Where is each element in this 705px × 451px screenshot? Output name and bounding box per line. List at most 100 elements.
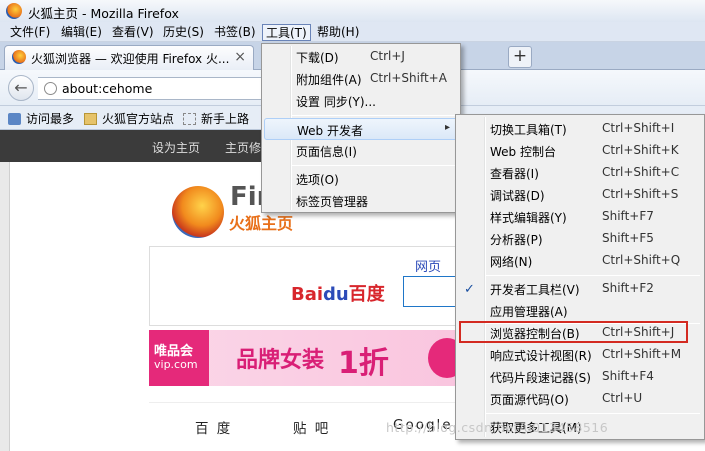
set-homepage-link[interactable]: 设为主页	[152, 139, 200, 156]
menu-item-shortcut: Ctrl+Shift+M	[602, 347, 682, 361]
menu-item-scratchpad[interactable]: 代码片段速记器(S) Shift+F4	[458, 366, 702, 388]
menu-item-shortcut: Ctrl+Shift+I	[602, 121, 675, 135]
menu-tools[interactable]: 工具(T)	[262, 24, 311, 41]
bookmark-firefox-site[interactable]: 火狐官方站点	[84, 110, 174, 127]
close-tab-icon[interactable]: ×	[234, 49, 246, 65]
menu-item-profiler[interactable]: 分析器(P) Shift+F5	[458, 228, 702, 250]
menu-item-shortcut: Ctrl+Shift+K	[602, 143, 679, 157]
menu-item-inspector[interactable]: 查看器(I) Ctrl+Shift+C	[458, 162, 702, 184]
menu-separator	[292, 165, 458, 166]
baidu-paw-text: du	[323, 284, 349, 305]
menu-item-label: 开发者工具栏(V)	[490, 283, 580, 297]
menu-separator	[486, 275, 700, 276]
menu-item-label: 下载(D)	[296, 51, 339, 65]
baidu-logo: Baidu百度	[291, 280, 385, 306]
menu-item-label: 查看器(I)	[490, 167, 539, 181]
menu-item-label: 选项(O)	[296, 173, 339, 187]
menu-item-shortcut: Ctrl+Shift+A	[370, 71, 447, 85]
menu-item-label: 代码片段速记器(S)	[490, 371, 591, 385]
url-text: about:cehome	[62, 81, 153, 96]
menu-bookmarks[interactable]: 书签(B)	[211, 24, 259, 41]
baidu-logo-cn: 百度	[348, 284, 385, 305]
tab-label: 火狐浏览器 — 欢迎使用 Firefox 火...	[31, 52, 230, 66]
bookmark-icon	[8, 113, 21, 125]
link-baidu[interactable]: 百 度	[195, 417, 232, 437]
checkmark-icon: ✓	[464, 282, 475, 297]
bookmark-label: 访问最多	[26, 112, 75, 126]
back-button[interactable]: ←	[8, 75, 34, 101]
menu-item-toggle-toolbox[interactable]: 切换工具箱(T) Ctrl+Shift+I	[458, 118, 702, 140]
title-bar: 火狐主页 - Mozilla Firefox	[0, 0, 705, 22]
menu-item-shortcut: Ctrl+J	[370, 49, 405, 63]
menu-item-label: 标签页管理器	[296, 195, 369, 209]
menu-bar: 文件(F) 编辑(E) 查看(V) 历史(S) 书签(B) 工具(T) 帮助(H…	[0, 22, 705, 42]
menu-item-debugger[interactable]: 调试器(D) Ctrl+Shift+S	[458, 184, 702, 206]
logo-subtitle: 火狐主页	[229, 214, 294, 233]
search-tab-web[interactable]: 网页	[415, 256, 441, 275]
menu-item-web-developer[interactable]: Web 开发者 ▸	[264, 118, 459, 140]
firefox-logo-icon	[6, 3, 22, 19]
menu-item-shortcut: Ctrl+U	[602, 391, 643, 405]
banner-text: 品牌女装	[236, 348, 325, 373]
window-title: 火狐主页 - Mozilla Firefox	[28, 6, 179, 21]
menu-file[interactable]: 文件(F)	[7, 24, 53, 41]
page-icon	[183, 113, 196, 125]
menu-item-label: 调试器(D)	[490, 189, 545, 203]
menu-item-label: 应用管理器(A)	[490, 305, 568, 319]
menu-item-label: 分析器(P)	[490, 233, 543, 247]
menu-item-downloads[interactable]: 下载(D) Ctrl+J	[264, 46, 459, 68]
search-input[interactable]	[403, 276, 463, 307]
folder-icon	[84, 113, 97, 125]
menu-item-label: 设置 同步(Y)...	[296, 95, 376, 109]
menu-item-label: 响应式设计视图(R)	[490, 349, 592, 363]
menu-view[interactable]: 查看(V)	[109, 24, 157, 41]
menu-item-label: 页面信息(I)	[296, 145, 357, 159]
firefox-logo-icon	[172, 186, 224, 238]
menu-item-page-info[interactable]: 页面信息(I)	[264, 140, 459, 162]
menu-item-app-manager[interactable]: 应用管理器(A)	[458, 300, 702, 322]
menu-edit[interactable]: 编辑(E)	[58, 24, 105, 41]
bookmark-label: 火狐官方站点	[102, 112, 175, 126]
vip-logo-cn: 唯品会	[154, 344, 194, 359]
menu-item-label: 网络(N)	[490, 255, 533, 269]
menu-history[interactable]: 历史(S)	[160, 24, 207, 41]
menu-item-shortcut: Ctrl+Shift+S	[602, 187, 679, 201]
link-tieba[interactable]: 贴 吧	[293, 417, 330, 437]
bookmark-getting-started[interactable]: 新手上路	[183, 110, 249, 127]
menu-separator	[292, 115, 458, 116]
menu-item-shortcut: Shift+F2	[602, 281, 654, 295]
menu-item-style-editor[interactable]: 样式编辑器(Y) Shift+F7	[458, 206, 702, 228]
menu-item-tab-manager[interactable]: 标签页管理器	[264, 190, 459, 212]
bookmark-label: 新手上路	[201, 112, 250, 126]
new-tab-button[interactable]: +	[508, 46, 532, 68]
menu-separator	[486, 413, 700, 414]
watermark: http://blog.csdn.net/u013458516	[386, 420, 609, 435]
globe-icon	[44, 82, 57, 95]
bookmark-most-visited[interactable]: 访问最多	[8, 110, 74, 127]
menu-item-label: 样式编辑器(Y)	[490, 211, 567, 225]
tab-active[interactable]: 火狐浏览器 — 欢迎使用 Firefox 火... ×	[4, 45, 254, 70]
left-scroll-edge	[0, 162, 10, 451]
menu-item-addons[interactable]: 附加组件(A) Ctrl+Shift+A	[264, 68, 459, 90]
tools-menu: 下载(D) Ctrl+J 附加组件(A) Ctrl+Shift+A 设置 同步(Y)…	[261, 43, 461, 213]
highlight-box	[459, 321, 688, 343]
menu-item-sync[interactable]: 设置 同步(Y)...	[264, 90, 459, 112]
menu-help[interactable]: 帮助(H)	[314, 24, 362, 41]
vip-logo: 唯品会 vip.com	[149, 330, 209, 386]
menu-item-responsive-design[interactable]: 响应式设计视图(R) Ctrl+Shift+M	[458, 344, 702, 366]
menu-item-web-console[interactable]: Web 控制台 Ctrl+Shift+K	[458, 140, 702, 162]
submenu-arrow-icon: ▸	[445, 122, 451, 133]
menu-item-page-source[interactable]: 页面源代码(O) Ctrl+U	[458, 388, 702, 410]
menu-item-network[interactable]: 网络(N) Ctrl+Shift+Q	[458, 250, 702, 272]
menu-item-label: 页面源代码(O)	[490, 393, 569, 407]
vip-logo-en: vip.com	[154, 358, 198, 371]
menu-item-shortcut: Ctrl+Shift+Q	[602, 253, 681, 267]
menu-item-label: 切换工具箱(T)	[490, 123, 567, 137]
menu-item-options[interactable]: 选项(O)	[264, 168, 459, 190]
menu-item-developer-toolbar[interactable]: ✓ 开发者工具栏(V) Shift+F2	[458, 278, 702, 300]
menu-item-shortcut: Shift+F4	[602, 369, 654, 383]
menu-item-label: 附加组件(A)	[296, 73, 362, 87]
homepage-fix-link[interactable]: 主页修	[225, 139, 261, 156]
menu-item-shortcut: Ctrl+Shift+C	[602, 165, 680, 179]
web-developer-submenu: 切换工具箱(T) Ctrl+Shift+I Web 控制台 Ctrl+Shift+K…	[455, 114, 705, 440]
